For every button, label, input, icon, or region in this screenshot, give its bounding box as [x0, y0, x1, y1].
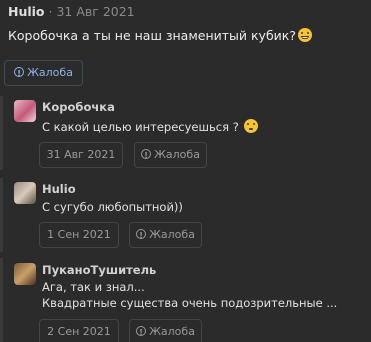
post-header: Hulio · 31 Авг 2021	[8, 3, 135, 21]
post-text-content: Коробочка а ты не наш знаменитый кубик?	[8, 28, 296, 43]
reply-text-line: С сугубо любопытной))	[42, 200, 183, 214]
reply-date[interactable]: 31 Авг 2021	[39, 142, 123, 168]
avatar[interactable]	[14, 182, 36, 204]
reply-text-line: Квадратные существа очень подозрительные…	[42, 296, 338, 310]
thinking-emoji-icon	[244, 119, 259, 133]
reply-item: ПуканоТушитель Ага, так и знал... Квадра…	[0, 258, 371, 342]
alert-circle-icon	[136, 224, 147, 248]
post-text: Коробочка а ты не наш знаменитый кубик?	[8, 27, 312, 45]
reply-report-button[interactable]: Жалоба	[134, 142, 207, 168]
reply-date[interactable]: 2 Сен 2021	[39, 319, 119, 342]
reply-thread-rail	[0, 178, 3, 252]
avatar[interactable]	[14, 263, 36, 285]
reply-item: Коробочка С какой целью интересуешься ? …	[0, 96, 371, 170]
post-separator: ·	[48, 4, 53, 19]
report-button[interactable]: Жалоба	[4, 60, 83, 86]
report-button-label: Жалоба	[27, 66, 73, 79]
reply-report-label: Жалоба	[154, 148, 200, 161]
reply-report-label: Жалоба	[149, 228, 195, 241]
reply-thread-rail	[0, 258, 3, 342]
reply-thread-rail	[0, 96, 3, 170]
reply-report-button[interactable]: Жалоба	[129, 319, 202, 342]
avatar[interactable]	[14, 100, 36, 122]
reply-author[interactable]: Коробочка	[42, 100, 115, 114]
alert-circle-icon	[14, 62, 25, 86]
reply-report-label: Жалоба	[149, 325, 195, 338]
comment-thread: Hulio · 31 Авг 2021 Коробочка а ты не на…	[0, 0, 371, 342]
grinning-emoji-icon	[297, 28, 312, 42]
post-author[interactable]: Hulio	[8, 4, 45, 19]
reply-report-button[interactable]: Жалоба	[129, 222, 202, 248]
reply-text: С какой целью интересуешься ?	[42, 119, 259, 134]
post-date[interactable]: 31 Авг 2021	[56, 4, 134, 19]
reply-date[interactable]: 1 Сен 2021	[39, 222, 119, 248]
reply-author[interactable]: Hulio	[42, 182, 76, 196]
reply-text-line: Ага, так и знал...	[42, 280, 145, 294]
alert-circle-icon	[136, 321, 147, 342]
alert-circle-icon	[141, 144, 152, 168]
reply-author[interactable]: ПуканоТушитель	[42, 263, 156, 277]
reply-text-line: С какой целью интересуешься ?	[42, 120, 239, 134]
reply-item: Hulio С сугубо любопытной)) 1 Сен 2021 Ж…	[0, 178, 371, 252]
